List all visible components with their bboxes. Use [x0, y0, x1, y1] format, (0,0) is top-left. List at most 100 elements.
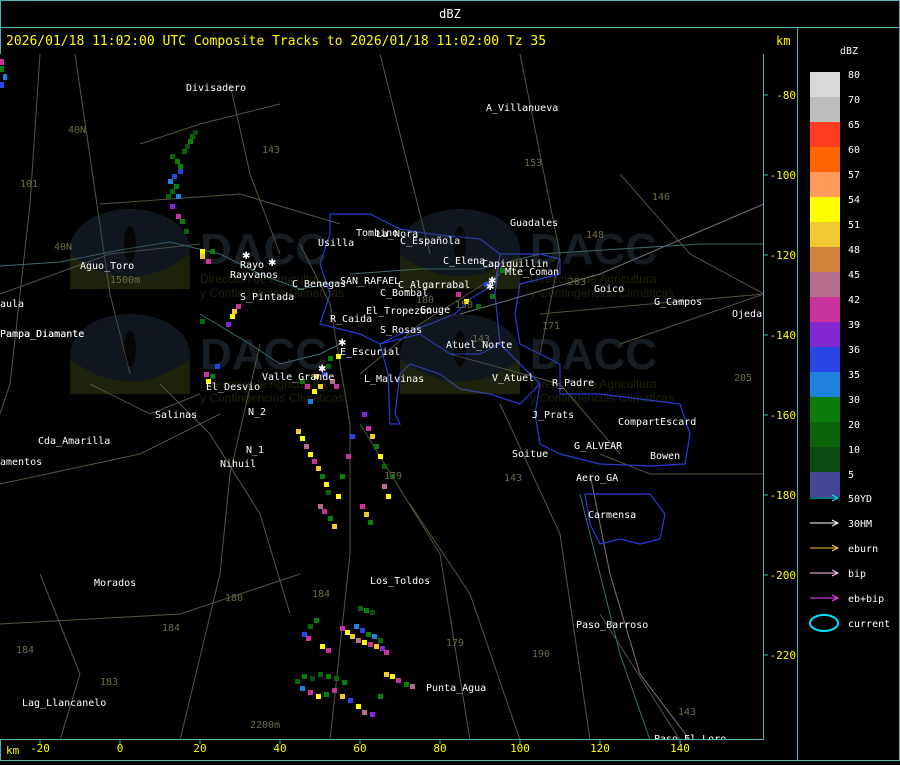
y-tick-label: -140: [770, 329, 797, 342]
radar-echo-pixel: [3, 74, 7, 80]
place-label: SAN_RAFAEL: [340, 276, 400, 287]
radar-echo-pixel: [170, 204, 175, 209]
radar-echo-pixel: [204, 372, 209, 377]
road-number-label: 148: [586, 230, 604, 241]
legend-value: 70: [848, 95, 860, 106]
place-label: N_2: [248, 407, 266, 418]
x-tick-label: 80: [433, 742, 446, 755]
radar-echo-pixel: [215, 364, 220, 369]
radar-echo-pixel: [178, 169, 183, 174]
place-label: A_Villanueva: [486, 103, 558, 114]
radar-echo-pixel: [312, 389, 317, 394]
road-number-label: 143: [472, 334, 490, 345]
radar-echo-pixel: [182, 149, 187, 154]
legend-swatch: [810, 272, 840, 297]
radar-echo-pixel: [314, 618, 319, 623]
road-number-label: 146: [652, 192, 670, 203]
radar-site-icon: ✱: [318, 364, 326, 375]
radar-map[interactable]: DACC Dirección de Agricultura y Contingenc…: [0, 54, 764, 740]
radar-echo-pixel: [372, 634, 377, 639]
radar-echo-pixel: [384, 672, 389, 677]
legend-value: 39: [848, 320, 860, 331]
legend-value: 35: [848, 370, 860, 381]
radar-echo-pixel: [210, 249, 215, 254]
radar-echo-pixel: [362, 640, 367, 645]
place-label: J_Prats: [532, 410, 574, 421]
legend-swatch: [810, 297, 840, 322]
track-legend-arrow: [810, 569, 840, 577]
road-number-label: 150: [455, 300, 473, 311]
legend-swatch: [810, 222, 840, 247]
radar-echo-pixel: [300, 686, 305, 691]
radar-echo-pixel: [318, 672, 323, 677]
radar-echo-pixel: [206, 259, 211, 264]
place-label: Carmensa: [588, 510, 636, 521]
place-label: R_Caida: [330, 314, 372, 325]
x-tick-label: 140: [670, 742, 690, 755]
road-number-label: 184: [162, 623, 180, 634]
radar-echo-pixel: [328, 516, 333, 521]
radar-echo-pixel: [396, 678, 401, 683]
radar-echo-pixel: [364, 608, 369, 613]
place-label: Punta_Agua: [426, 683, 486, 694]
place-label: V_Atuel: [492, 373, 534, 384]
road-number-label: 153: [524, 158, 542, 169]
radar-echo-pixel: [176, 194, 181, 199]
legend-value: 30: [848, 395, 860, 406]
radar-echo-pixel: [0, 59, 4, 65]
radar-echo-pixel: [404, 682, 409, 687]
track-legend-label: 50YD: [848, 494, 872, 505]
x-tick-label: 100: [510, 742, 530, 755]
place-label: aula: [0, 299, 24, 310]
radar-echo-pixel: [364, 512, 369, 517]
y-axis-ticks: -80 -100 -120 -140 -160 -180 -200 -220: [764, 89, 797, 662]
legend-value: 42: [848, 295, 860, 306]
y-tick-label: -120: [770, 249, 797, 262]
radar-echo-pixel: [366, 426, 371, 431]
x-tick-label: 0: [117, 742, 124, 755]
radar-echo-pixel: [184, 229, 189, 234]
radar-echo-pixel: [178, 164, 183, 169]
radar-echo-pixel: [180, 219, 185, 224]
radar-echo-pixel: [345, 630, 350, 635]
radar-echo-pixel: [382, 464, 387, 469]
radar-echo-pixel: [310, 676, 315, 681]
radar-echo-pixel: [226, 322, 231, 327]
road-number-label: 184: [312, 589, 330, 600]
legend-value: 20: [848, 420, 860, 431]
radar-echo-pixel: [340, 694, 345, 699]
radar-echo-pixel: [374, 444, 379, 449]
place-label: Morados: [94, 578, 136, 589]
radar-site-icon: ✱: [242, 251, 250, 262]
radar-echo-pixel: [175, 159, 180, 164]
radar-echo-pixel: [368, 520, 373, 525]
legend-canvas: dBZ 80 70 65 60 57 54 51 48 45 42 39 36 35 30 20 10 5 50YD…: [809, 46, 890, 632]
radar-echo-pixel: [295, 679, 300, 684]
legend-swatch: [810, 172, 840, 197]
y-tick-label: -80: [776, 89, 796, 102]
legend-title: dBZ: [840, 46, 858, 57]
road-number-label: 143: [678, 707, 696, 718]
x-axis-unit: km: [6, 744, 20, 757]
radar-echo-pixel: [366, 632, 371, 637]
track-legend-label: 30HM: [848, 519, 872, 530]
place-label: La_Nora: [376, 229, 418, 240]
radar-echo-pixel: [362, 412, 367, 417]
x-tick-label: 120: [590, 742, 610, 755]
legend-value: 60: [848, 145, 860, 156]
radar-echo-pixel: [350, 434, 355, 439]
place-label: E_Escurial: [340, 347, 400, 358]
place-label: Pampa_Diamante: [0, 329, 84, 340]
place-label: Lag_Llancanelo: [22, 698, 106, 709]
radar-echo-pixel: [378, 638, 383, 643]
radar-site-icon: ✱: [338, 338, 346, 349]
radar-echo-pixel: [378, 694, 383, 699]
radar-site-icon: ✱: [268, 258, 276, 269]
road-number-label: 190: [532, 649, 550, 660]
place-label: Mte_Coman: [505, 267, 559, 278]
place-label: CompartEscard: [618, 417, 696, 428]
radar-echo-pixel: [170, 189, 175, 194]
radar-echo-pixel: [188, 139, 193, 144]
road-line: [39, 573, 81, 740]
track-legend-arrow: [810, 544, 840, 552]
